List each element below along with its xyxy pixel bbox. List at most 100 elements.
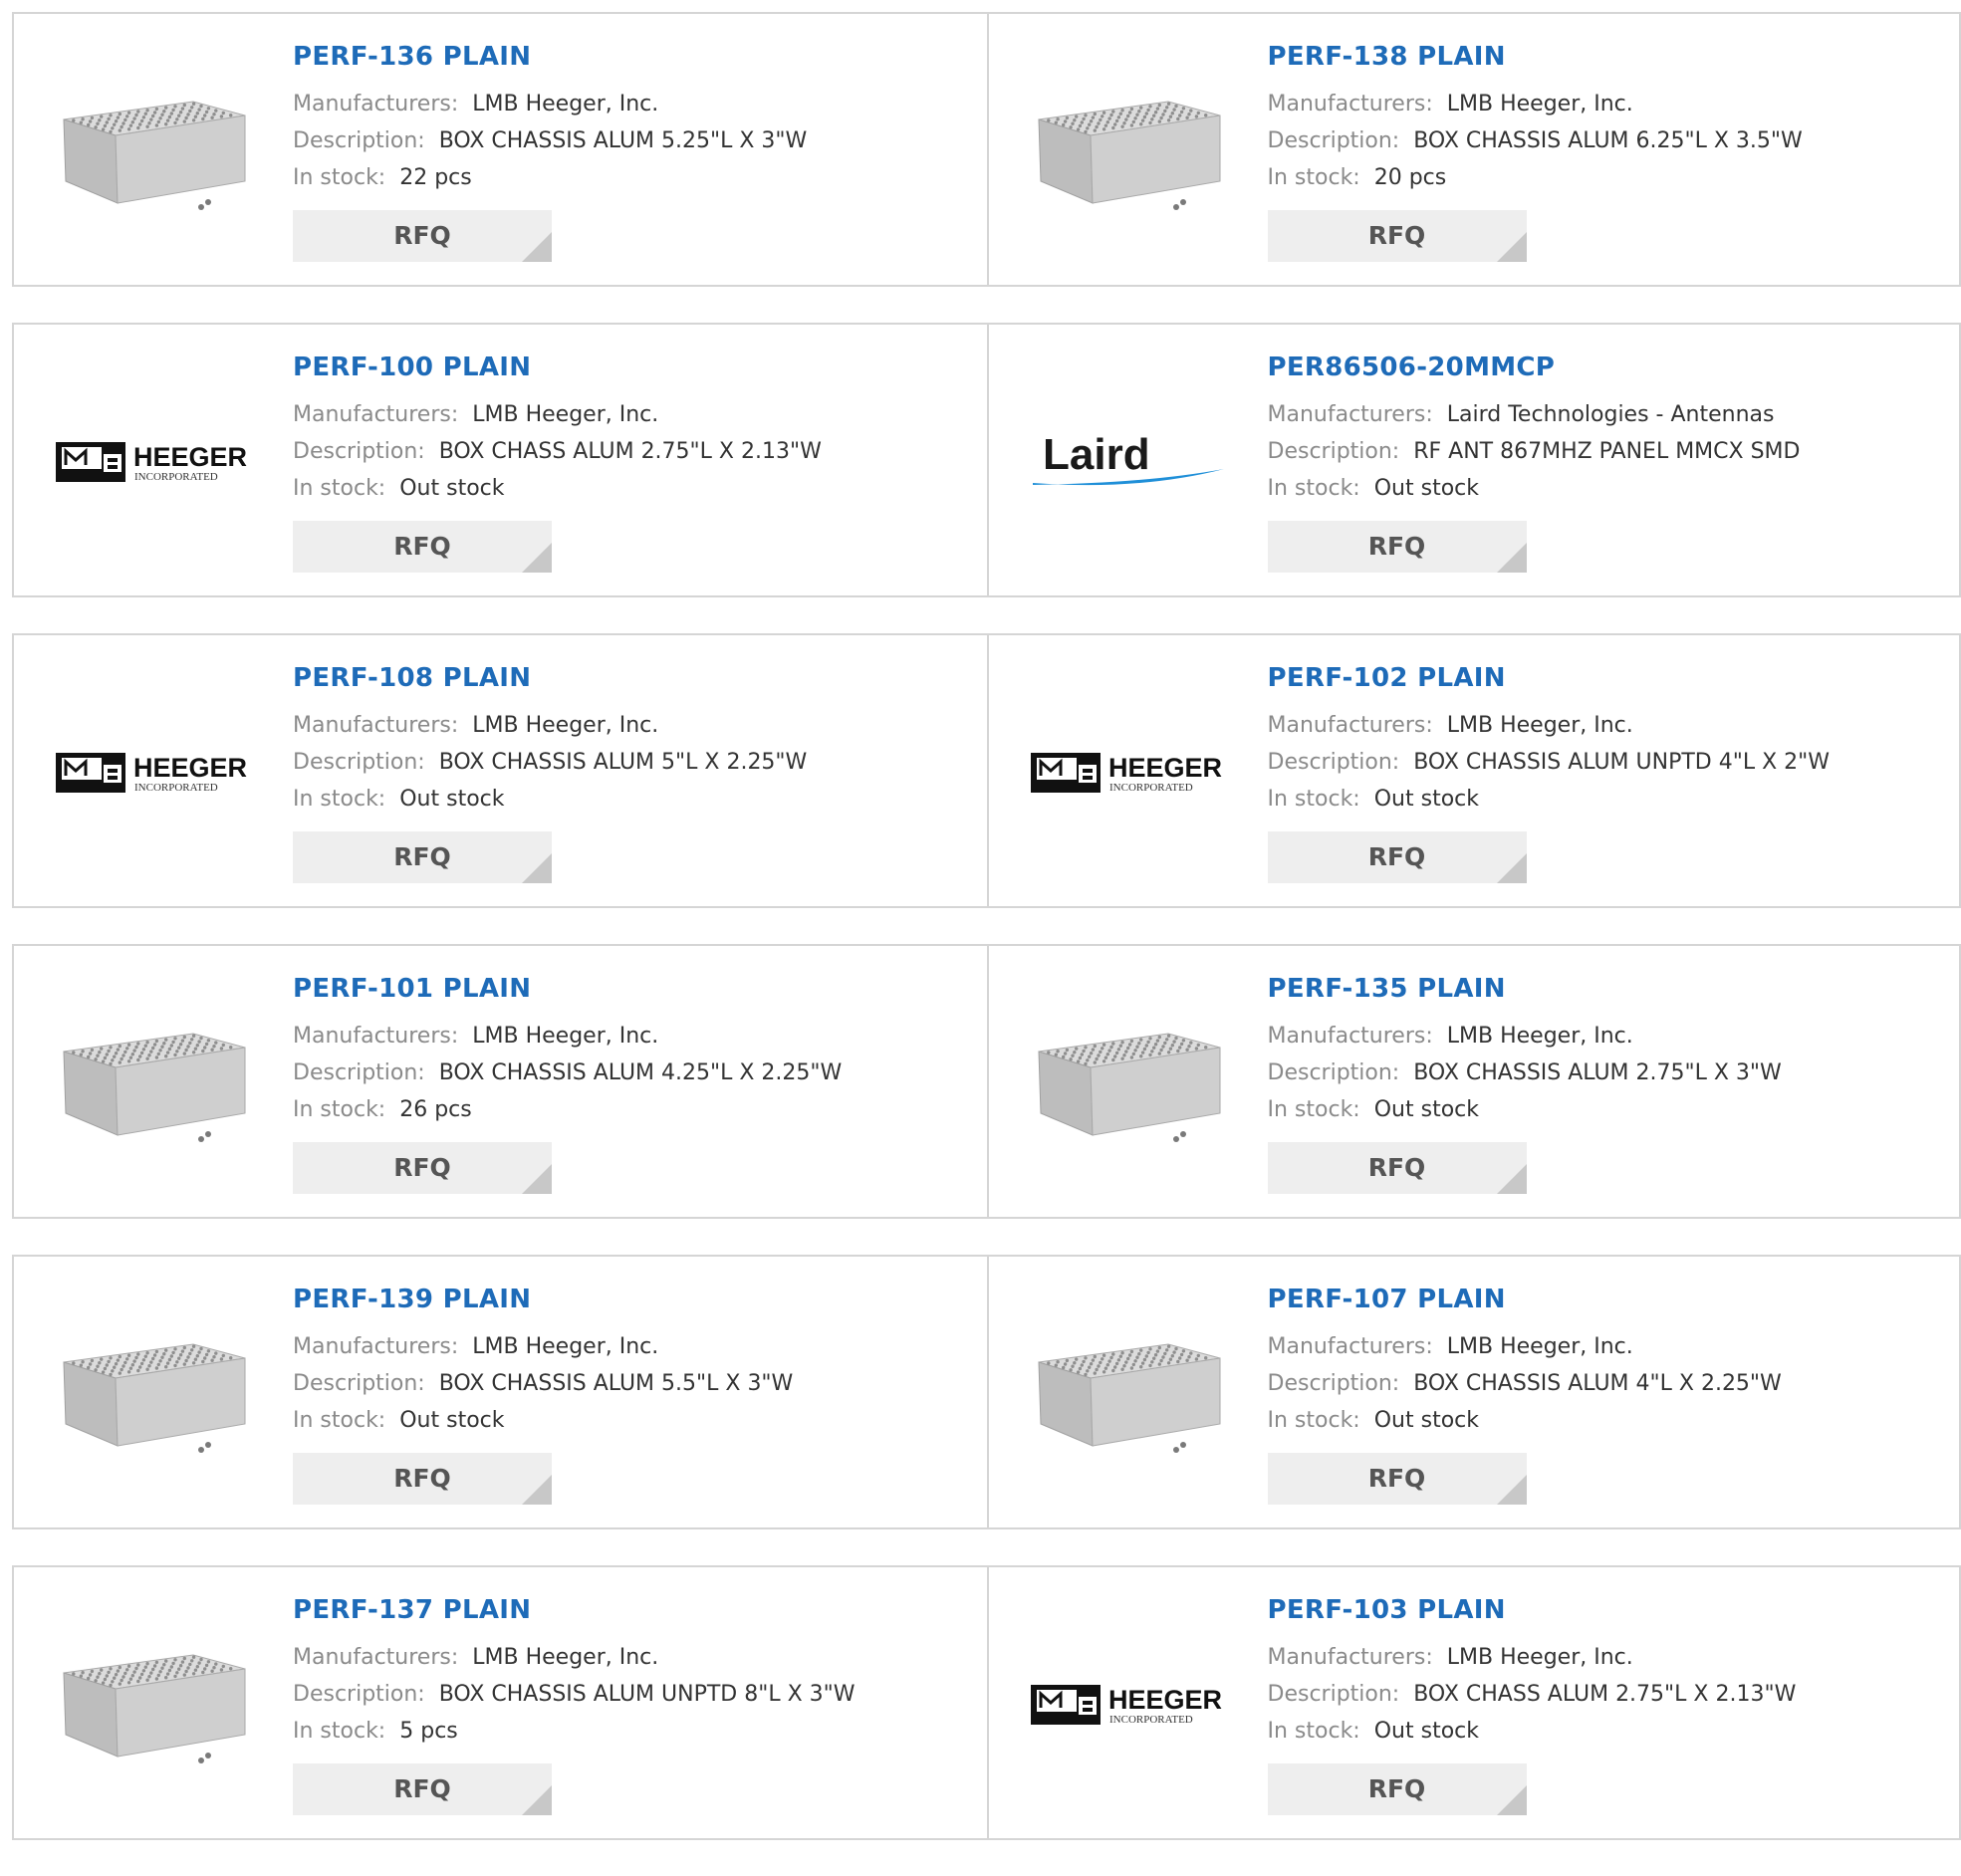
chassis-box-icon[interactable] (1029, 1296, 1228, 1492)
stock-label: In stock: (1267, 1097, 1360, 1122)
stock-label: In stock: (1267, 1719, 1360, 1744)
laird-logo[interactable]: Laird (1029, 364, 1228, 560)
product-card: Laird PER86506-20MMCP Manufacturers: Lair… (986, 325, 1960, 595)
description-line: Description: BOX CHASS ALUM 2.75"L X 2.13… (293, 433, 977, 470)
manufacturer-value: LMB Heeger, Inc. (1446, 1645, 1633, 1670)
product-part-link[interactable]: PERF-103 PLAIN (1268, 1593, 1950, 1627)
manufacturer-value: LMB Heeger, Inc. (472, 92, 659, 117)
rfq-button[interactable]: RFQ (293, 831, 552, 883)
chassis-box-icon[interactable] (1029, 54, 1228, 249)
heeger-logo-word: HEEGER (133, 753, 247, 783)
product-card: HEEGER INCORPORATED PERF-102 PLAIN Manufa… (986, 635, 1960, 906)
rfq-button[interactable]: RFQ (1267, 521, 1527, 573)
product-card: PERF-136 PLAIN Manufacturers: LMB Heeger,… (14, 14, 987, 285)
chassis-box-icon[interactable] (54, 54, 253, 249)
stock-line: In stock: Out stock (1268, 1091, 1950, 1128)
description-label: Description: (1267, 128, 1400, 153)
rfq-button[interactable]: RFQ (1267, 831, 1527, 883)
stock-value: Out stock (1373, 476, 1479, 501)
product-part-link[interactable]: PERF-107 PLAIN (1268, 1283, 1950, 1316)
heeger-logo[interactable]: HEEGER INCORPORATED (54, 364, 253, 560)
product-part-link[interactable]: PER86506-20MMCP (1268, 351, 1950, 384)
stock-label: In stock: (293, 165, 386, 190)
corner-triangle-icon (522, 853, 552, 883)
rfq-button[interactable]: RFQ (1267, 1763, 1527, 1815)
product-row: HEEGER INCORPORATED PERF-100 PLAIN Manufa… (12, 323, 1961, 597)
description-label: Description: (293, 128, 425, 153)
corner-triangle-icon (1496, 1785, 1527, 1815)
product-card: PERF-138 PLAIN Manufacturers: LMB Heeger,… (986, 14, 1960, 285)
chassis-box-icon[interactable] (54, 986, 253, 1181)
stock-label: In stock: (1267, 165, 1360, 190)
chassis-box-svg (63, 1654, 246, 1763)
heeger-logo[interactable]: HEEGER INCORPORATED (1029, 1607, 1228, 1802)
manufacturer-value: LMB Heeger, Inc. (472, 1645, 659, 1670)
manufacturer-value: Laird Technologies - Antennas (1446, 402, 1775, 427)
manufacturer-line: Manufacturers: LMB Heeger, Inc. (1268, 1639, 1950, 1676)
rfq-button[interactable]: RFQ (1267, 210, 1527, 262)
description-label: Description: (1267, 1371, 1400, 1396)
description-line: Description: BOX CHASSIS ALUM 4.25"L X 2.… (293, 1055, 977, 1091)
rfq-button[interactable]: RFQ (293, 210, 552, 262)
stock-value: Out stock (1373, 1408, 1479, 1433)
heeger-logo[interactable]: HEEGER INCORPORATED (1029, 675, 1228, 870)
product-part-link[interactable]: PERF-135 PLAIN (1268, 972, 1950, 1006)
manufacturer-label: Manufacturers: (1267, 1645, 1433, 1670)
heeger-logo-sub: INCORPORATED (134, 782, 218, 794)
manufacturer-line: Manufacturers: LMB Heeger, Inc. (293, 1639, 977, 1676)
rfq-button[interactable]: RFQ (293, 1453, 552, 1505)
product-part-link[interactable]: PERF-102 PLAIN (1268, 661, 1950, 695)
rfq-label: RFQ (393, 842, 451, 871)
description-line: Description: BOX CHASSIS ALUM UNPTD 8"L X… (293, 1676, 977, 1713)
corner-triangle-icon (522, 1785, 552, 1815)
manufacturer-label: Manufacturers: (1267, 713, 1433, 738)
stock-value: 20 pcs (1373, 165, 1447, 190)
stock-line: In stock: Out stock (293, 781, 977, 818)
corner-triangle-icon (522, 1475, 552, 1505)
heeger-logo-sub: INCORPORATED (134, 471, 218, 483)
manufacturer-label: Manufacturers: (1267, 402, 1433, 427)
stock-value: Out stock (1373, 787, 1479, 812)
rfq-button[interactable]: RFQ (1267, 1453, 1527, 1505)
description-label: Description: (1267, 750, 1400, 775)
rfq-button[interactable]: RFQ (1267, 1142, 1527, 1194)
stock-label: In stock: (1267, 1408, 1360, 1433)
chassis-box-icon[interactable] (54, 1296, 253, 1492)
product-part-link[interactable]: PERF-100 PLAIN (293, 351, 977, 384)
stock-value: 26 pcs (399, 1097, 472, 1122)
product-part-link[interactable]: PERF-139 PLAIN (293, 1283, 977, 1316)
manufacturer-value: LMB Heeger, Inc. (1446, 1024, 1633, 1049)
product-part-link[interactable]: PERF-101 PLAIN (293, 972, 977, 1006)
product-info: PERF-135 PLAIN Manufacturers: LMB Heeger,… (1267, 972, 1950, 1194)
heeger-logo-word: HEEGER (1108, 1685, 1222, 1715)
product-info: PERF-139 PLAIN Manufacturers: LMB Heeger,… (293, 1283, 977, 1505)
rfq-button[interactable]: RFQ (293, 521, 552, 573)
description-label: Description: (293, 750, 425, 775)
description-value: BOX CHASSIS ALUM UNPTD 8"L X 3"W (438, 1682, 856, 1707)
product-part-link[interactable]: PERF-108 PLAIN (293, 661, 977, 695)
stock-line: In stock: Out stock (1268, 470, 1950, 507)
product-row: PERF-101 PLAIN Manufacturers: LMB Heeger,… (12, 944, 1961, 1219)
heeger-logo[interactable]: HEEGER INCORPORATED (54, 675, 253, 870)
stock-value: Out stock (1373, 1097, 1479, 1122)
laird-logo-svg: Laird (1032, 430, 1224, 486)
rfq-button[interactable]: RFQ (293, 1142, 552, 1194)
product-part-link[interactable]: PERF-137 PLAIN (293, 1593, 977, 1627)
stock-line: In stock: Out stock (1268, 1713, 1950, 1750)
chassis-box-icon[interactable] (1029, 986, 1228, 1181)
description-label: Description: (293, 1060, 425, 1085)
chassis-box-icon[interactable] (54, 1607, 253, 1802)
heeger-logo-sub: INCORPORATED (1109, 782, 1193, 794)
product-part-link[interactable]: PERF-138 PLAIN (1268, 40, 1950, 74)
product-row: PERF-136 PLAIN Manufacturers: LMB Heeger,… (12, 12, 1961, 287)
corner-triangle-icon (1496, 1164, 1527, 1194)
manufacturer-line: Manufacturers: LMB Heeger, Inc. (293, 396, 977, 433)
manufacturer-label: Manufacturers: (1267, 1024, 1433, 1049)
product-info: PERF-137 PLAIN Manufacturers: LMB Heeger,… (293, 1593, 977, 1815)
rfq-button[interactable]: RFQ (293, 1763, 552, 1815)
description-value: BOX CHASSIS ALUM 5"L X 2.25"W (438, 750, 808, 775)
stock-line: In stock: Out stock (1268, 1402, 1950, 1439)
product-part-link[interactable]: PERF-136 PLAIN (293, 40, 977, 74)
chassis-box-svg (1037, 101, 1220, 210)
rfq-label: RFQ (1367, 842, 1426, 871)
